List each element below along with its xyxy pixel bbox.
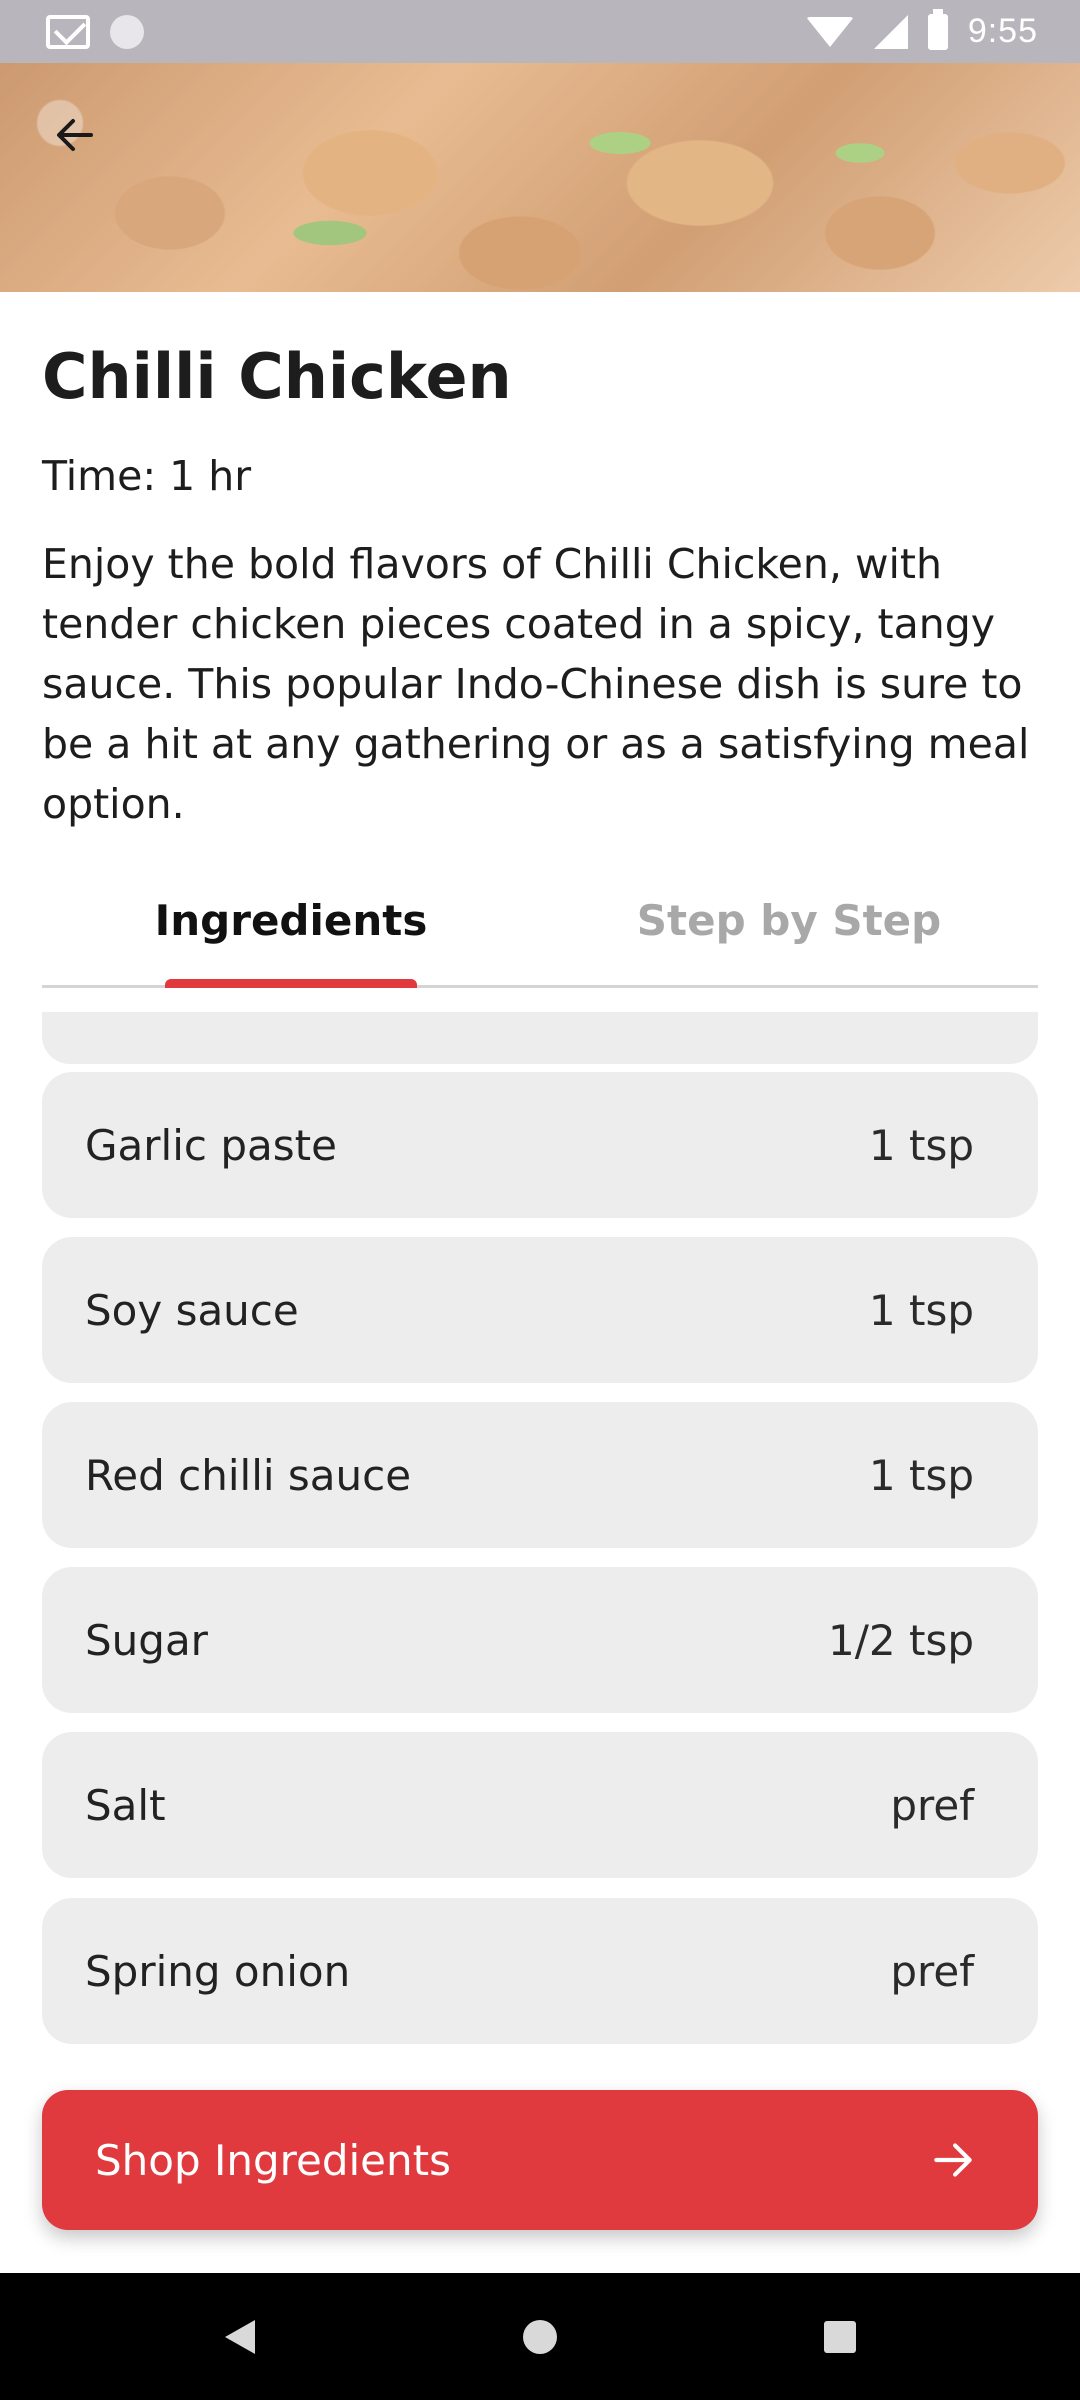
wifi-icon [805, 16, 854, 47]
shop-ingredients-label: Shop Ingredients [95, 2135, 451, 2185]
tab-ingredients[interactable]: Ingredients [42, 880, 540, 985]
nav-back-button[interactable] [90, 2273, 390, 2400]
ingredient-name: Soy sauce [85, 1285, 299, 1335]
ingredient-list[interactable]: Garlic paste 1 tsp Soy sauce 1 tsp Red c… [42, 1012, 1038, 2052]
list-item: Red chilli sauce 1 tsp [42, 1402, 1038, 1548]
ingredient-quantity: 1 tsp [868, 1450, 974, 1500]
status-left [46, 14, 144, 49]
status-bar: 9:55 [0, 0, 1080, 63]
ingredient-name: Spring onion [85, 1946, 351, 1996]
list-item: Soy sauce 1 tsp [42, 1237, 1038, 1383]
hero-image [0, 63, 1080, 292]
list-item: Spring onion pref [42, 1898, 1038, 2044]
status-clock: 9:55 [967, 12, 1038, 50]
shop-ingredients-button[interactable]: Shop Ingredients [42, 2090, 1038, 2230]
ingredient-name: Garlic paste [85, 1120, 337, 1170]
recipe-title: Chilli Chicken [42, 340, 512, 413]
active-tab-indicator [165, 979, 417, 988]
notification-dot-icon [110, 14, 144, 49]
ingredient-name: Salt [85, 1780, 166, 1830]
ingredient-quantity: pref [890, 1946, 974, 1996]
home-circle-icon [523, 2319, 557, 2354]
recents-square-icon [824, 2320, 856, 2353]
tab-step-by-step[interactable]: Step by Step [540, 880, 1038, 985]
back-triangle-icon [225, 2319, 255, 2354]
tab-step-by-step-label: Step by Step [636, 896, 942, 945]
ingredient-quantity: 1/2 tsp [828, 1615, 974, 1665]
nav-home-button[interactable] [390, 2273, 690, 2400]
nav-recents-button[interactable] [690, 2273, 990, 2400]
arrow-right-icon [934, 2143, 972, 2177]
recipe-time: Time: 1 hr [42, 452, 252, 500]
arrow-left-icon [57, 119, 93, 151]
list-item: Garlic paste 1 tsp [42, 1072, 1038, 1218]
tab-ingredients-label: Ingredients [154, 896, 428, 945]
signal-icon [873, 14, 908, 49]
list-item: Sugar 1/2 tsp [42, 1567, 1038, 1713]
status-right: 9:55 [805, 8, 1038, 51]
tab-bar: Ingredients Step by Step [42, 880, 1038, 988]
ingredient-name: Red chilli sauce [85, 1450, 412, 1500]
battery-icon [927, 8, 948, 50]
ingredient-quantity: pref [890, 1780, 974, 1830]
ingredient-name: Sugar [85, 1615, 208, 1665]
recipe-description: Enjoy the bold flavors of Chilli Chicken… [42, 540, 1030, 828]
back-button[interactable] [40, 100, 110, 170]
ingredient-quantity: 1 tsp [868, 1285, 974, 1335]
list-item: Salt pref [42, 1732, 1038, 1878]
system-nav-bar [0, 2273, 1080, 2400]
gmail-icon [46, 14, 90, 49]
list-item [42, 1012, 1038, 1064]
ingredient-quantity: 1 tsp [868, 1120, 974, 1170]
